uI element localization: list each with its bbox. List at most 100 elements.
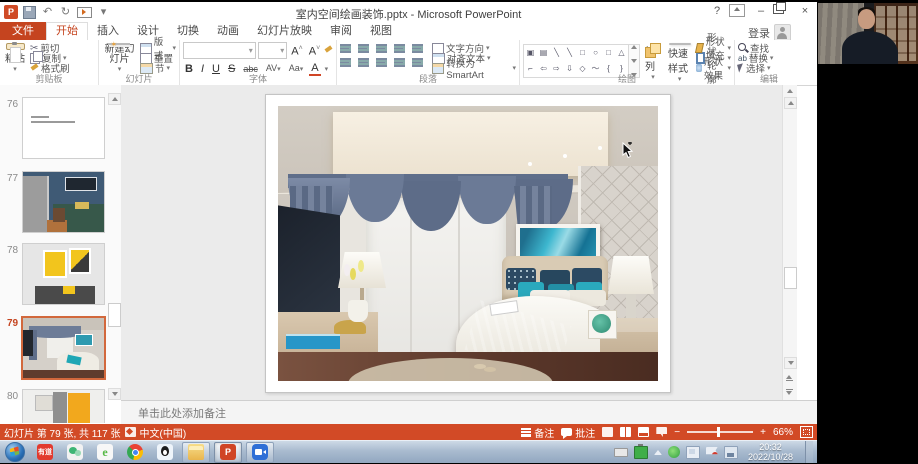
- normal-view-button[interactable]: [602, 427, 613, 437]
- zoom-percentage[interactable]: 66%: [773, 427, 793, 438]
- notes-pane[interactable]: 单击此处添加备注: [121, 400, 817, 424]
- slide-80-number: 80: [7, 391, 18, 402]
- ribbon-display-options-button[interactable]: [729, 4, 749, 19]
- taskbar-360-browser[interactable]: e: [92, 443, 118, 462]
- decrease-indent-icon[interactable]: [376, 44, 387, 53]
- slide-thumbnail-panel: 76 77 78 79: [0, 85, 122, 400]
- fit-slide-to-window-button[interactable]: [800, 426, 813, 438]
- tab-file[interactable]: 文件: [0, 22, 46, 40]
- align-right-icon[interactable]: [376, 58, 387, 67]
- network-tray-icon[interactable]: [724, 446, 738, 459]
- zoom-slider-thumb[interactable]: [717, 427, 720, 437]
- zoom-out-button[interactable]: −: [674, 427, 680, 438]
- clear-formatting-icon[interactable]: [324, 46, 333, 55]
- slide-80-thumbnail[interactable]: [22, 389, 105, 423]
- editor-scrollbar[interactable]: [782, 85, 797, 400]
- line-spacing-icon[interactable]: [412, 44, 423, 53]
- editor-scroll-down-button[interactable]: [784, 357, 797, 369]
- gallery-down-icon: [631, 59, 637, 63]
- justify-icon[interactable]: [394, 58, 405, 67]
- zoom-in-button[interactable]: +: [760, 427, 766, 438]
- slide-78-number: 78: [7, 245, 18, 256]
- font-name-combobox[interactable]: ▾: [183, 42, 256, 59]
- taskbar-clock[interactable]: 20:32 2022/10/28: [744, 442, 797, 462]
- slide-76-number: 76: [7, 99, 18, 110]
- next-slide-button[interactable]: [784, 387, 795, 397]
- arrange-button[interactable]: 排列▾: [643, 42, 663, 74]
- taskbar-wechat[interactable]: [62, 443, 88, 462]
- font-size-combobox[interactable]: ▾: [258, 42, 288, 59]
- show-desktop-button[interactable]: [805, 441, 813, 463]
- tab-home[interactable]: 开始: [46, 22, 88, 40]
- taskbar-youdao[interactable]: 有道: [32, 443, 58, 462]
- close-button[interactable]: ×: [795, 4, 815, 19]
- columns-icon[interactable]: [412, 58, 423, 67]
- taskbar-chrome[interactable]: [122, 443, 148, 462]
- notes-toggle-button[interactable]: 备注: [521, 425, 554, 440]
- taskbar-powerpoint-active[interactable]: P: [214, 442, 242, 463]
- battery-tray-icon[interactable]: [634, 446, 648, 459]
- spell-check-icon[interactable]: [125, 427, 136, 437]
- increase-indent-icon[interactable]: [394, 44, 405, 53]
- align-left-icon[interactable]: [340, 58, 351, 67]
- restore-icon: [773, 4, 784, 14]
- group-font: ▾ ▾ A˄ A˅ B I U S abc AV▾ Aa▾ A ▾ 字体: [180, 40, 337, 85]
- slide-sorter-view-button[interactable]: [620, 427, 631, 437]
- reading-view-button[interactable]: [638, 427, 649, 437]
- taskbar-file-explorer[interactable]: [182, 442, 210, 463]
- previous-slide-button[interactable]: [784, 373, 795, 383]
- grow-font-button[interactable]: A˄: [289, 42, 304, 59]
- slide-78-thumbnail[interactable]: [22, 243, 105, 305]
- tab-transitions[interactable]: 切换: [168, 22, 208, 40]
- slide-79-thumbnail-selected[interactable]: [21, 316, 106, 380]
- action-center-flag-icon[interactable]: [706, 447, 718, 458]
- thumb-scroll-thumb[interactable]: [108, 303, 121, 327]
- bullets-icon[interactable]: [340, 44, 351, 53]
- tray-expand-icon[interactable]: [654, 450, 662, 455]
- ribbon-tab-row: 文件 开始 插入 设计 切换 动画 幻灯片放映 审阅 视图: [0, 22, 817, 40]
- photo-ceiling-tray: [333, 112, 608, 176]
- thumbnail-scrollbar[interactable]: [108, 93, 120, 400]
- align-center-icon[interactable]: [358, 58, 369, 67]
- restore-button[interactable]: [773, 4, 793, 19]
- title-bar: P ↶ ↻ ▾ 室内空间绘画装饰.pptx - Microsoft PowerP…: [0, 2, 817, 23]
- ribbon-options-icon: [729, 4, 745, 17]
- minimize-button[interactable]: –: [751, 4, 771, 19]
- tab-review[interactable]: 审阅: [321, 22, 361, 40]
- slide-photo: [278, 106, 658, 381]
- windows-start-icon: [5, 442, 25, 462]
- thumb-scroll-down-button[interactable]: [108, 388, 121, 400]
- quick-styles-button[interactable]: 快速样式▾: [666, 42, 693, 74]
- start-button[interactable]: [2, 443, 28, 462]
- taskbar-qq[interactable]: [152, 443, 178, 462]
- taskbar-meeting-app[interactable]: [246, 442, 274, 463]
- documents-tray-icon[interactable]: [686, 446, 700, 459]
- ribbon-collapse-button[interactable]: [785, 86, 795, 95]
- keyboard-tray-icon[interactable]: [614, 448, 628, 457]
- editor-scroll-up-button[interactable]: [784, 97, 797, 109]
- comments-toggle-button[interactable]: 批注: [561, 425, 595, 440]
- slide-77-thumbnail[interactable]: [22, 171, 105, 233]
- tab-view[interactable]: 视图: [361, 22, 401, 40]
- numbering-icon[interactable]: [358, 44, 369, 53]
- help-button[interactable]: ?: [707, 4, 727, 19]
- paste-button[interactable]: 粘贴 ▾: [3, 42, 27, 74]
- slideshow-view-button[interactable]: [656, 427, 667, 437]
- account-person-icon: [774, 24, 791, 41]
- slide-76-thumbnail[interactable]: [22, 97, 105, 159]
- thumb-scroll-up-button[interactable]: [108, 93, 121, 105]
- window-controls: ? – ×: [707, 4, 815, 19]
- gallery-up-icon: [631, 45, 637, 49]
- editor-scroll-thumb[interactable]: [784, 267, 797, 289]
- tab-insert[interactable]: 插入: [88, 22, 128, 40]
- group-drawing: ▣▤╲╲□○□△ ⌐⇦⇨⇩◇〜{} 排列▾ 快速样式▾ 形状填充▾ 形状轮廓: [520, 40, 735, 85]
- slide-canvas[interactable]: [265, 94, 671, 393]
- language-indicator[interactable]: 中文(中国): [140, 425, 187, 440]
- new-slide-button[interactable]: 新建幻灯片 ▾: [102, 42, 137, 74]
- tab-animations[interactable]: 动画: [208, 22, 248, 40]
- shrink-font-button[interactable]: A˅: [307, 42, 322, 59]
- tab-slideshow[interactable]: 幻灯片放映: [248, 22, 321, 40]
- antivirus-tray-icon[interactable]: [668, 446, 680, 458]
- sign-in-area[interactable]: 登录: [748, 24, 791, 41]
- zoom-slider[interactable]: [687, 431, 753, 433]
